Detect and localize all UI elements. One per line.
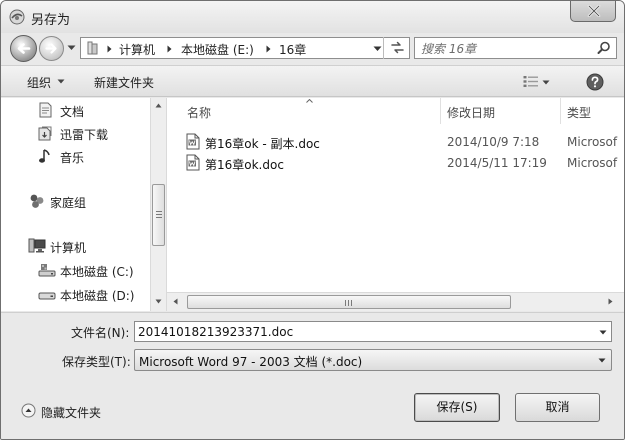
filename-input[interactable] bbox=[138, 324, 588, 340]
nav-item-label: 音乐 bbox=[60, 151, 85, 165]
cancel-button[interactable]: 取消 bbox=[515, 393, 600, 422]
chevron-down-icon[interactable] bbox=[373, 46, 382, 52]
back-button[interactable] bbox=[10, 35, 37, 62]
address-bar[interactable]: 计算机 本地磁盘 (E:) 16章 bbox=[80, 37, 410, 59]
nav-item-label: 计算机 bbox=[50, 241, 87, 255]
help-icon[interactable] bbox=[586, 73, 604, 91]
filetype-value: Microsoft Word 97 - 2003 文档 (*.doc) bbox=[139, 355, 363, 369]
filetype-select[interactable]: Microsoft Word 97 - 2003 文档 (*.doc) bbox=[134, 349, 612, 371]
recent-pages-dropdown-icon[interactable] bbox=[67, 45, 76, 51]
file-list-horizontal-scrollbar[interactable] bbox=[167, 292, 624, 311]
documents-icon bbox=[39, 102, 52, 118]
breadcrumb-drive-e[interactable]: 本地磁盘 (E:) bbox=[181, 41, 254, 58]
file-date: 2014/5/11 17:19 bbox=[447, 156, 547, 170]
file-row[interactable]: 第16章ok.doc 2014/5/11 17:19 Microsof bbox=[185, 153, 624, 173]
filename-combobox[interactable] bbox=[134, 321, 612, 342]
forward-button[interactable] bbox=[39, 36, 64, 61]
scroll-up-arrow-icon[interactable] bbox=[155, 103, 162, 108]
change-view-button[interactable] bbox=[523, 75, 550, 91]
breadcrumb-arrow-icon[interactable] bbox=[167, 45, 172, 53]
breadcrumb-computer[interactable]: 计算机 bbox=[119, 41, 155, 58]
view-details-icon bbox=[523, 76, 538, 87]
nav-item-label: 家庭组 bbox=[50, 196, 87, 210]
downloads-icon bbox=[38, 126, 52, 141]
organize-button[interactable]: 组织 bbox=[27, 74, 65, 91]
new-folder-button[interactable]: 新建文件夹 bbox=[94, 74, 154, 91]
chevron-down-icon[interactable] bbox=[599, 330, 607, 335]
computer-icon bbox=[28, 238, 46, 253]
sort-ascending-icon bbox=[306, 99, 313, 103]
scroll-down-arrow-icon[interactable] bbox=[155, 299, 162, 304]
drive-c-icon bbox=[38, 264, 56, 277]
file-list-pane: 名称 修改日期 类型 第16章ok - 副本.doc 2014/10/9 7:1… bbox=[167, 98, 624, 311]
save-form: 文件名(N): 保存类型(T): Microsoft Word 97 - 200… bbox=[1, 312, 624, 439]
breadcrumb-folder-16[interactable]: 16章 bbox=[279, 41, 306, 58]
navigation-pane-scrollbar[interactable] bbox=[150, 98, 167, 311]
file-row[interactable]: 第16章ok - 副本.doc 2014/10/9 7:18 Microsof bbox=[185, 132, 624, 152]
refresh-button[interactable] bbox=[383, 37, 410, 59]
title-bar: 另存为 bbox=[1, 1, 624, 33]
file-name: 第16章ok - 副本.doc bbox=[205, 137, 320, 151]
search-box[interactable] bbox=[414, 37, 617, 59]
hide-folders-label: 隐藏文件夹 bbox=[41, 406, 102, 420]
word-document-icon bbox=[186, 133, 200, 150]
scrollbar-thumb[interactable] bbox=[187, 295, 511, 309]
save-as-dialog: 另存为 计算机 本地磁盘 (E:) 16章 搜索 16章 组织 新建文件夹 文档… bbox=[0, 0, 625, 440]
filetype-label: 保存类型(T): bbox=[62, 355, 131, 369]
close-button[interactable] bbox=[570, 1, 616, 22]
drive-icon bbox=[38, 292, 56, 300]
scroll-left-arrow-icon[interactable] bbox=[173, 298, 178, 305]
nav-item-label: 本地磁盘 (D:) bbox=[60, 289, 135, 303]
navigation-pane: 文档 迅雷下载 音乐 家庭组 计算机 本地磁盘 (C:) 本地磁盘 (D:) bbox=[1, 98, 150, 311]
nav-item-label: 文档 bbox=[60, 105, 85, 119]
app-icon bbox=[9, 9, 25, 25]
chevron-down-icon bbox=[57, 79, 65, 84]
arrow-left-icon bbox=[17, 43, 31, 54]
folder-icon bbox=[87, 41, 98, 55]
column-separator[interactable] bbox=[560, 98, 561, 124]
filename-label: 文件名(N): bbox=[71, 326, 130, 340]
file-type: Microsof bbox=[567, 135, 618, 149]
arrow-right-icon bbox=[45, 43, 57, 54]
word-document-icon bbox=[186, 154, 200, 171]
scrollbar-thumb[interactable] bbox=[152, 184, 165, 246]
scroll-right-arrow-icon[interactable] bbox=[608, 298, 613, 305]
breadcrumb-arrow-icon[interactable] bbox=[107, 45, 112, 53]
column-separator[interactable] bbox=[440, 98, 441, 124]
nav-item-label: 本地磁盘 (C:) bbox=[60, 265, 134, 279]
search-input[interactable] bbox=[421, 40, 591, 57]
refresh-icon bbox=[391, 41, 404, 54]
breadcrumb-arrow-icon[interactable] bbox=[266, 45, 271, 53]
file-name: 第16章ok.doc bbox=[205, 158, 284, 172]
nav-item-label: 迅雷下载 bbox=[60, 128, 109, 142]
command-toolbar: 组织 新建文件夹 bbox=[1, 65, 624, 97]
organize-label: 组织 bbox=[27, 76, 52, 90]
music-icon bbox=[39, 149, 50, 163]
search-icon[interactable] bbox=[597, 41, 611, 55]
homegroup-icon bbox=[30, 194, 44, 208]
file-date: 2014/10/9 7:18 bbox=[447, 135, 540, 149]
column-header-type[interactable]: 类型 bbox=[567, 104, 591, 121]
column-header-date[interactable]: 修改日期 bbox=[447, 104, 495, 121]
window-title: 另存为 bbox=[31, 13, 71, 28]
chevron-down-icon bbox=[598, 358, 606, 363]
chevron-up-circle-icon bbox=[21, 403, 36, 418]
chevron-down-icon bbox=[542, 80, 550, 85]
save-button[interactable]: 保存(S) bbox=[414, 393, 500, 422]
close-icon bbox=[587, 5, 601, 17]
column-header-name[interactable]: 名称 bbox=[187, 104, 211, 121]
file-type: Microsof bbox=[567, 156, 618, 170]
